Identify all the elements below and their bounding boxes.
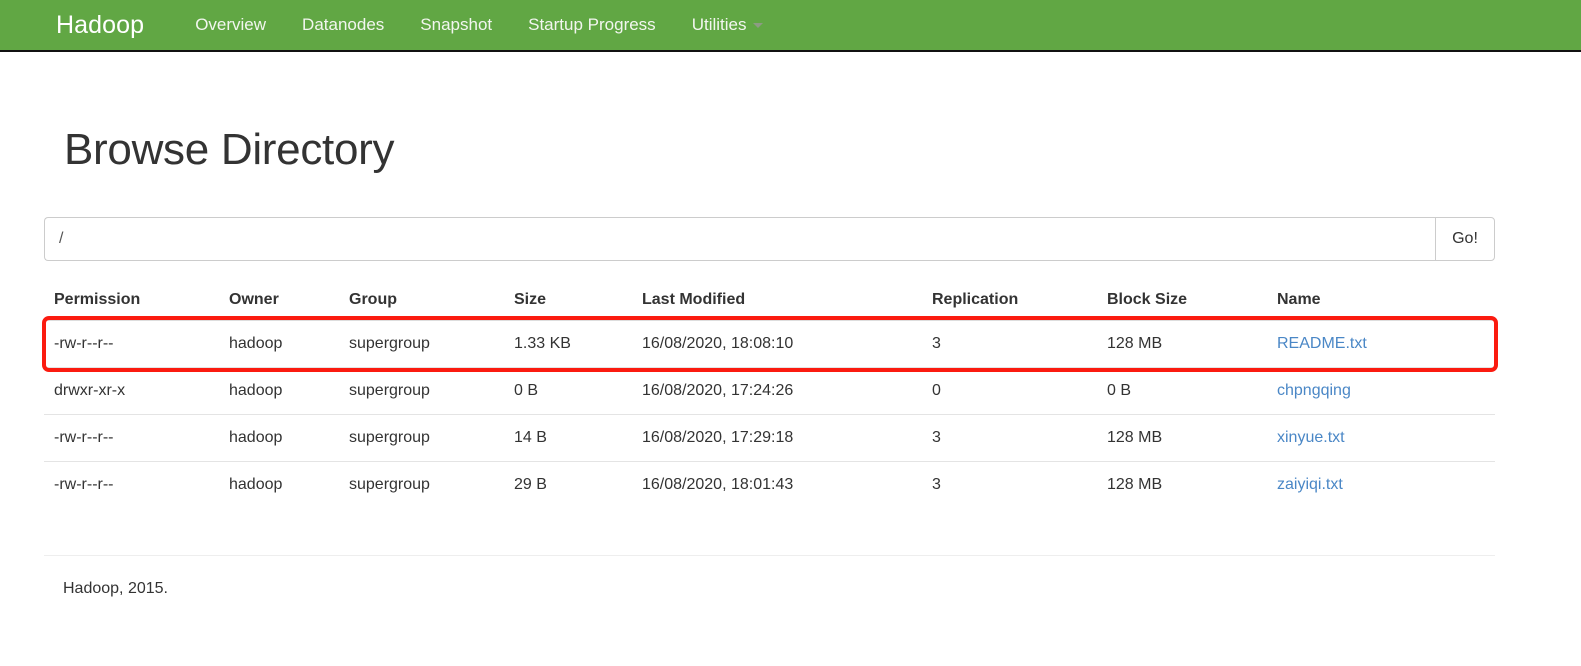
page-title: Browse Directory — [64, 125, 395, 174]
table-row: -rw-r--r-- hadoop supergroup 1.33 KB 16/08/2… — [44, 320, 1495, 368]
cell-replication: 3 — [922, 461, 1097, 509]
go-button[interactable]: Go! — [1435, 217, 1495, 262]
file-name-link[interactable]: README.txt — [1277, 335, 1367, 352]
column-header-replication[interactable]: Replication — [922, 283, 1097, 322]
navbar-item-label: Startup Progress — [528, 15, 656, 34]
column-header-block-size[interactable]: Block Size — [1097, 283, 1267, 322]
cell-size: 29 B — [504, 461, 632, 509]
column-header-size[interactable]: Size — [504, 283, 632, 322]
cell-owner: hadoop — [229, 335, 283, 353]
cell-last-modified: 16/08/2020, 18:01:43 — [632, 461, 922, 509]
navbar-item: Snapshot — [402, 9, 510, 41]
column-header-owner[interactable]: Owner — [219, 283, 339, 322]
cell-block-size: 128 MB — [1107, 335, 1163, 353]
cell-name: chpngqing — [1267, 367, 1495, 415]
cell-last-modified: 16/08/2020, 17:29:18 — [632, 414, 922, 462]
cell-block-size: 0 B — [1097, 367, 1267, 415]
table-header-row: Permission Owner Group Size Last Modified Rep… — [44, 283, 1495, 322]
file-name-link[interactable]: xinyue.txt — [1277, 429, 1345, 446]
top-navbar: Hadoop Overview Datanodes Snapshot Startup … — [0, 0, 1581, 52]
navbar-item-label: Overview — [195, 15, 267, 34]
cell-block-size: 128 MB — [1097, 414, 1267, 462]
table-row: drwxr-xr-x hadoop supergroup 0 B 16/08/2020,… — [44, 367, 1495, 415]
navbar-item-label: Snapshot — [420, 15, 493, 34]
table-body: -rw-r--r-- hadoop supergroup 1.33 KB 16/08/2… — [44, 320, 1495, 509]
table-row: -rw-r--r-- hadoop supergroup 14 B 16/08/2020… — [44, 414, 1495, 462]
file-name-link[interactable]: zaiyiqi.txt — [1277, 476, 1343, 493]
file-name-link[interactable]: chpngqing — [1277, 382, 1351, 399]
nav-utilities[interactable]: Utilities — [674, 9, 782, 41]
main-container: Browse Directory Go! PermissionOwnerGrou… — [0, 125, 1581, 598]
file-listing-table: Permission Owner Group Size Last Modified Rep… — [44, 283, 1495, 509]
cell-owner: hadoop — [219, 414, 339, 462]
directory-path-input[interactable] — [44, 217, 1435, 262]
cell-group: supergroup — [339, 414, 504, 462]
cell-size: 14 B — [504, 414, 632, 462]
table-head: Permission Owner Group Size Last Modified Rep… — [44, 283, 1495, 322]
navbar-item: Startup Progress — [510, 9, 674, 41]
column-header-name[interactable]: Name — [1267, 283, 1495, 322]
navbar-links: Overview Datanodes Snapshot Startup Progres… — [177, 9, 781, 41]
navbar-item: Utilities — [674, 9, 782, 41]
navbar-item-label: Utilities — [691, 15, 747, 34]
cell-name: zaiyiqi.txt — [1267, 461, 1495, 509]
nav-overview[interactable]: Overview — [177, 9, 284, 41]
cell-last-modified: 16/08/2020, 17:24:26 — [632, 367, 922, 415]
cell-block-size: 128 MB — [1097, 461, 1267, 509]
navbar-item-label: Datanodes — [302, 15, 385, 34]
cell-group: supergroup — [339, 461, 504, 509]
nav-snapshot[interactable]: Snapshot — [402, 9, 510, 41]
cell-replication: 3 — [932, 335, 941, 353]
cell-last-modified: 16/08/2020, 18:08:10 — [642, 335, 794, 353]
cell-replication: 3 — [922, 414, 1097, 462]
file-listing-wrapper: Permission Owner Group Size Last Modified Rep… — [42, 283, 1498, 509]
table-row: -rw-r--r-- hadoop supergroup 29 B 16/08/2020… — [44, 461, 1495, 509]
footer-divider — [44, 555, 1495, 557]
cell-permission: -rw-r--r-- — [44, 414, 219, 462]
cell-group: supergroup — [349, 335, 430, 353]
footer-text: Hadoop, 2015. — [63, 580, 168, 598]
cell-name: README.txt — [1267, 320, 1495, 368]
cell-name: xinyue.txt — [1267, 414, 1495, 462]
cell-owner: hadoop — [219, 367, 339, 415]
path-form: Go! — [44, 217, 1495, 262]
cell-permission: drwxr-xr-x — [44, 367, 219, 415]
cell-owner: hadoop — [219, 461, 339, 509]
cell-permission: -rw-r--r-- — [54, 335, 114, 353]
cell-group: supergroup — [339, 367, 504, 415]
cell-permission: -rw-r--r-- — [44, 461, 219, 509]
column-header-group[interactable]: Group — [339, 283, 504, 322]
navbar-item: Datanodes — [284, 9, 402, 41]
column-header-permission[interactable]: Permission — [44, 283, 219, 322]
cell-replication: 0 — [922, 367, 1097, 415]
chevron-down-icon — [753, 22, 764, 28]
column-header-last-modified[interactable]: Last Modified — [632, 283, 922, 322]
navbar-item: Overview — [177, 9, 284, 41]
nav-datanodes[interactable]: Datanodes — [284, 9, 402, 41]
brand-hadoop[interactable]: Hadoop — [56, 12, 144, 38]
cell-size: 1.33 KB — [514, 335, 571, 353]
nav-startup-progress[interactable]: Startup Progress — [510, 9, 674, 41]
cell-size: 0 B — [504, 367, 632, 415]
